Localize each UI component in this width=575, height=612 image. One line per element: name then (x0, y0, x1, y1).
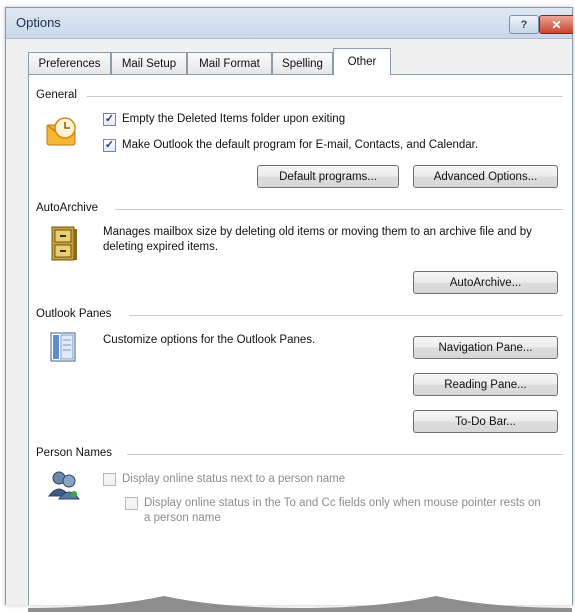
todo-bar-button[interactable]: To-Do Bar... (413, 410, 558, 433)
online-status-label: Display online status next to a person n… (122, 473, 346, 485)
autoarchive-description: Manages mailbox size by deleting old ite… (103, 226, 532, 253)
outlook-clock-icon (45, 115, 81, 149)
default-program-label: Make Outlook the default program for E-m… (122, 139, 479, 151)
panes-layout-icon (49, 331, 79, 363)
tab-mail-format[interactable]: Mail Format (187, 52, 272, 74)
tab-other[interactable]: Other (333, 48, 391, 75)
online-status-to-cc-checkbox[interactable] (125, 497, 138, 510)
general-heading: General (36, 89, 80, 101)
section-divider (129, 315, 563, 316)
title-bar[interactable]: Options ? ✕ (6, 8, 573, 39)
section-divider (127, 454, 563, 455)
tab-preferences[interactable]: Preferences (28, 52, 111, 74)
section-divider (115, 209, 563, 210)
empty-deleted-label: Empty the Deleted Items folder upon exit… (122, 113, 346, 125)
outlook-panes-heading: Outlook Panes (36, 308, 115, 320)
person-names-heading: Person Names (36, 447, 116, 459)
navigation-pane-button[interactable]: Navigation Pane... (413, 336, 558, 359)
online-status-checkbox[interactable] (103, 473, 116, 486)
empty-deleted-checkbox[interactable]: ✓ (103, 113, 116, 126)
general-section: General (29, 89, 573, 103)
outlook-panes-description: Customize options for the Outlook Panes. (103, 334, 316, 346)
online-status-to-cc-label: Display online status in the To and Cc f… (144, 497, 541, 524)
page-curl-edge (28, 596, 572, 612)
reading-pane-button[interactable]: Reading Pane... (413, 373, 558, 396)
autoarchive-heading: AutoArchive (36, 202, 102, 214)
window-title: Options (16, 15, 61, 30)
people-icon (47, 470, 81, 500)
outlook-panes-section: Outlook Panes (29, 308, 573, 322)
tab-mail-setup[interactable]: Mail Setup (111, 52, 187, 74)
autoarchive-button[interactable]: AutoArchive... (413, 271, 558, 294)
default-program-checkbox[interactable]: ✓ (103, 139, 116, 152)
archive-cabinet-icon (49, 225, 79, 263)
default-programs-button[interactable]: Default programs... (257, 165, 399, 188)
autoarchive-section: AutoArchive (29, 202, 573, 216)
advanced-options-button[interactable]: Advanced Options... (413, 165, 558, 188)
section-divider (87, 96, 563, 97)
tab-panel-other: General ✓ Empty the Deleted Items folder… (28, 74, 572, 605)
person-names-section: Person Names (29, 447, 573, 461)
options-dialog: Options ? ✕ Preferences Mail Setup Mail … (5, 7, 573, 612)
close-button[interactable]: ✕ (539, 15, 573, 34)
help-button[interactable]: ? (509, 15, 539, 34)
tab-spelling[interactable]: Spelling (272, 52, 333, 74)
